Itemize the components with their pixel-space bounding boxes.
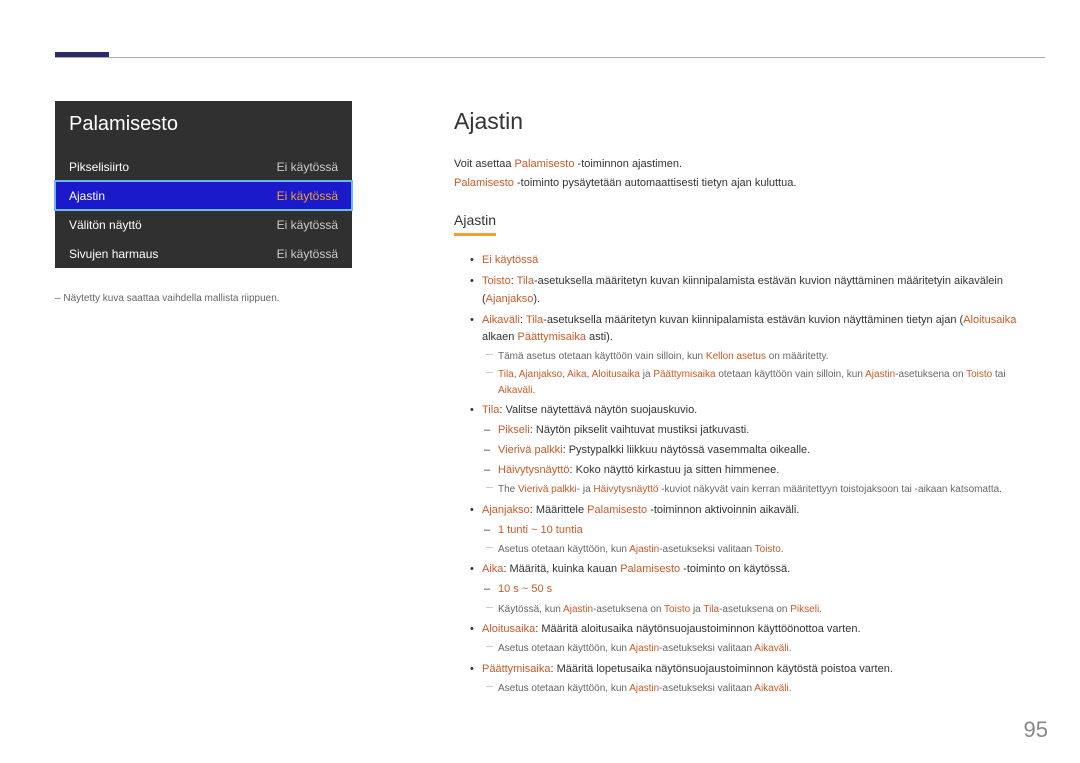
panel-row-label: Pikselisiirto: [69, 160, 129, 174]
note-kellon-asetus: Tämä asetus otetaan käyttöön vain silloi…: [482, 349, 1045, 365]
li-range-hours: 1 tunti ~ 10 tuntia: [498, 522, 1045, 539]
page-number: 95: [1024, 717, 1048, 743]
note-aikavali-1: Asetus otetaan käyttöön, kun Ajastin-ase…: [482, 641, 1045, 657]
note-aikavali-2: Asetus otetaan käyttöön, kun Ajastin-ase…: [482, 681, 1045, 697]
li-aikavali: Aikaväli: Tila-asetuksella määritetyn ku…: [482, 312, 1045, 399]
panel-row-label: Sivujen harmaus: [69, 247, 158, 261]
left-note: – Näytetty kuva saattaa vaihdella mallis…: [55, 292, 352, 306]
note-toisto: Asetus otetaan käyttöön, kun Ajastin-ase…: [482, 542, 1045, 558]
settings-panel: Palamisesto Pikselisiirto Ei käytössä Aj…: [55, 101, 352, 268]
intro-line-1: Voit asettaa Palamisesto -toiminnon ajas…: [454, 156, 1045, 173]
panel-row-ajastin[interactable]: Ajastin Ei käytössä: [55, 181, 352, 210]
header-rule: [55, 57, 1045, 58]
li-range-seconds: 10 s ~ 50 s: [498, 581, 1045, 598]
panel-row-label: Ajastin: [69, 189, 105, 203]
panel-row-label: Välitön näyttö: [69, 218, 142, 232]
li-pikseli: Pikseli: Näytön pikselit vaihtuvat musti…: [498, 422, 1045, 439]
intro-block: Voit asettaa Palamisesto -toiminnon ajas…: [454, 156, 1045, 192]
note-pikseli: Käytössä, kun Ajastin-asetuksena on Tois…: [482, 602, 1045, 618]
main-column: Ajastin Voit asettaa Palamisesto -toimin…: [454, 104, 1045, 700]
page-title: Ajastin: [454, 104, 1045, 140]
subheading-ajastin: Ajastin: [454, 210, 496, 237]
panel-row-value: Ei käytössä: [277, 218, 338, 232]
panel-row-sivujen-harmaus[interactable]: Sivujen harmaus Ei käytössä: [55, 239, 352, 268]
note-tila-ajanjakso: Tila, Ajanjakso, Aika, Aloitusaika ja Pä…: [482, 367, 1045, 398]
note-kuviot: The Vierivä palkki- ja Häivytysnäyttö -k…: [482, 482, 1045, 498]
li-aika: Aika: Määritä, kuinka kauan Palamisesto …: [482, 561, 1045, 617]
li-off: Ei käytössä: [482, 252, 1045, 269]
intro-line-2: Palamisesto -toiminto pysäytetään automa…: [454, 175, 1045, 192]
panel-row-valiton-naytto[interactable]: Välitön näyttö Ei käytössä: [55, 210, 352, 239]
left-column: Palamisesto Pikselisiirto Ei käytössä Aj…: [55, 101, 352, 306]
panel-row-value: Ei käytössä: [277, 160, 338, 174]
li-tila: Tila: Valitse näytettävä näytön suojausk…: [482, 402, 1045, 498]
li-vieriva-palkki: Vierivä palkki: Pystypalkki liikkuu näyt…: [498, 442, 1045, 459]
li-ajanjakso: Ajanjakso: Määrittele Palamisesto -toimi…: [482, 502, 1045, 558]
panel-row-value: Ei käytössä: [277, 247, 338, 261]
panel-title: Palamisesto: [55, 101, 352, 152]
panel-row-pikselisiirto[interactable]: Pikselisiirto Ei käytössä: [55, 152, 352, 181]
panel-row-value: Ei käytössä: [277, 189, 338, 203]
li-paattymisaika: Päättymisaika: Määritä lopetusaika näytö…: [482, 661, 1045, 697]
li-haivytysnaytto: Häivytysnäyttö: Koko näyttö kirkastuu ja…: [498, 462, 1045, 479]
li-aloitusaika: Aloitusaika: Määritä aloitusaika näytöns…: [482, 621, 1045, 657]
bullet-list: Ei käytössä Toisto: Tila-asetuksella mää…: [454, 252, 1045, 696]
li-toisto: Toisto: Tila-asetuksella määritetyn kuva…: [482, 273, 1045, 307]
